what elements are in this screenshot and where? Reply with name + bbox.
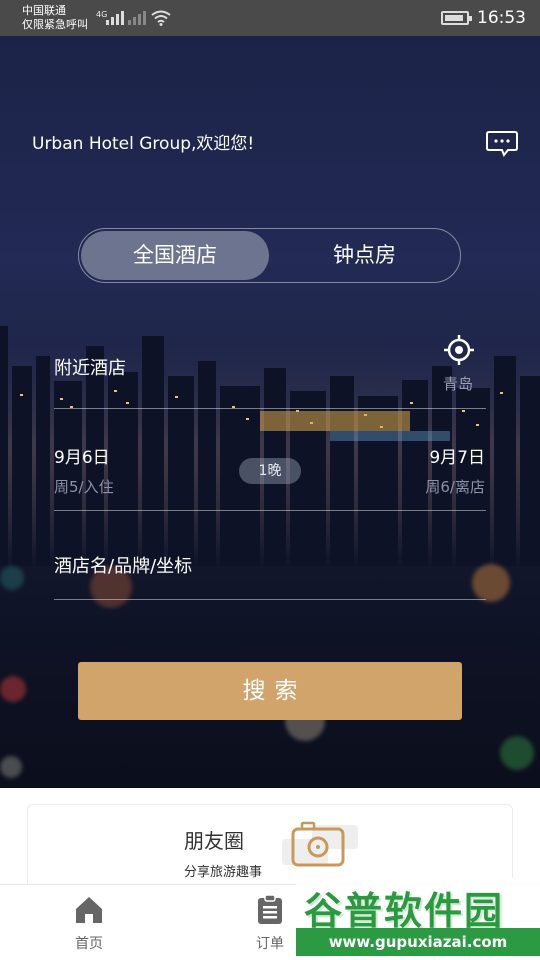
signal-icon-2 xyxy=(128,9,146,25)
watermark-title: 谷普软件园 xyxy=(304,889,505,933)
app-screen: 中国联通 仅限紧急呼叫 4G 16:53 Urban Hotel Group,欢… xyxy=(0,0,540,960)
site-watermark: 谷普软件园 www.gupuxiazai.com xyxy=(296,878,540,960)
divider xyxy=(54,510,486,511)
welcome-text: Urban Hotel Group,欢迎您! xyxy=(32,134,255,154)
clock: 16:53 xyxy=(477,8,526,28)
checkin-date[interactable]: 9月6日 xyxy=(54,443,110,468)
nearby-hotels-field[interactable]: 附近酒店 xyxy=(54,354,126,380)
hotel-type-switch: 全国酒店 钟点房 xyxy=(78,228,461,283)
camera-icon xyxy=(282,821,358,867)
search-button[interactable]: 搜索 xyxy=(78,662,462,720)
checkout-weekday: 周6/离店 xyxy=(425,478,485,496)
carrier-status: 仅限紧急呼叫 xyxy=(22,18,88,31)
battery-icon xyxy=(441,11,472,25)
tab-hourly-rooms[interactable]: 钟点房 xyxy=(271,231,458,280)
tab-home-label: 首页 xyxy=(75,936,103,952)
carrier-info: 中国联通 仅限紧急呼叫 xyxy=(22,4,88,32)
signal-icon xyxy=(106,9,124,25)
tab-home[interactable]: 首页 xyxy=(39,885,139,953)
carrier-name: 中国联通 xyxy=(22,4,66,17)
chat-bubble-icon[interactable] xyxy=(486,130,518,158)
tab-nationwide-hotels[interactable]: 全国酒店 xyxy=(81,231,269,280)
nights-badge: 1晚 xyxy=(239,458,301,484)
checkin-weekday: 周5/入住 xyxy=(54,478,114,496)
locate-target-icon[interactable] xyxy=(443,334,475,366)
clipboard-icon xyxy=(258,895,282,924)
home-icon xyxy=(76,897,102,923)
current-city[interactable]: 青岛 xyxy=(443,373,473,394)
hero-background: Urban Hotel Group,欢迎您! 全国酒店 钟点房 附近酒店 青岛 … xyxy=(0,36,540,788)
status-bar: 中国联通 仅限紧急呼叫 4G 16:53 xyxy=(0,0,540,36)
divider xyxy=(54,408,486,409)
watermark-url: www.gupuxiazai.com xyxy=(296,928,540,956)
checkout-date[interactable]: 9月7日 xyxy=(429,443,485,468)
card-subtitle: 分享旅游趣事 xyxy=(184,865,263,880)
card-title: 朋友圈 xyxy=(184,829,244,853)
keyword-input[interactable]: 酒店名/品牌/坐标 xyxy=(54,552,192,578)
divider xyxy=(54,599,486,600)
wifi-icon xyxy=(151,10,171,26)
